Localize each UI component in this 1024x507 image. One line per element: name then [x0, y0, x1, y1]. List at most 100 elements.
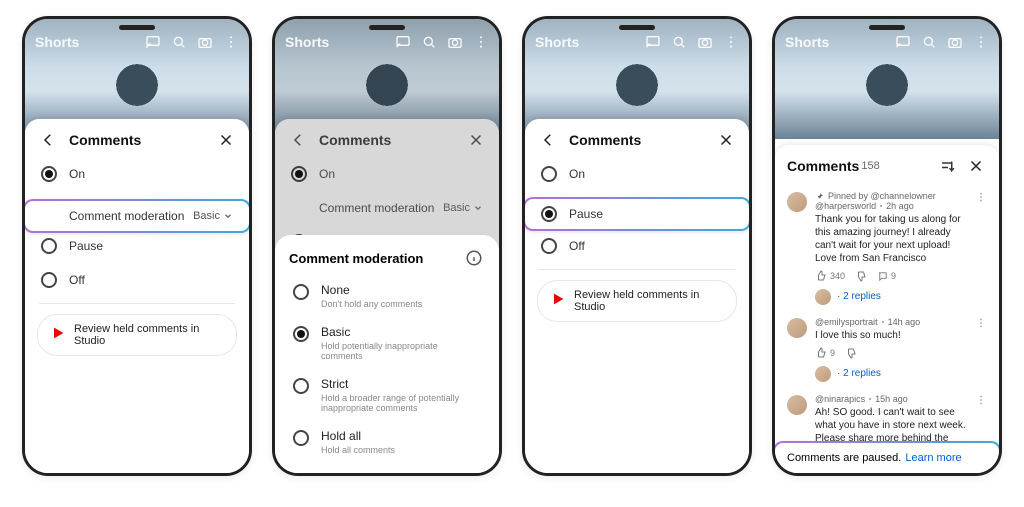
comment-count: 158	[861, 160, 879, 172]
comment-more-icon[interactable]	[975, 191, 987, 305]
notch	[369, 25, 405, 30]
cast-icon[interactable]	[145, 34, 161, 50]
moderation-sheet-title: Comment moderation	[289, 251, 455, 266]
notch	[119, 25, 155, 30]
radio-off[interactable]	[41, 272, 57, 288]
camera-icon[interactable]	[197, 34, 213, 50]
option-off[interactable]: Off	[525, 229, 749, 263]
comment-moderation-label: Comment moderation	[69, 209, 184, 223]
search-icon[interactable]	[171, 34, 187, 50]
option-pause[interactable]: Pause	[25, 229, 249, 263]
radio-on[interactable]	[541, 166, 557, 182]
pinned-badge: Pinned by @channelowner	[815, 191, 967, 201]
option-on[interactable]: On	[25, 157, 249, 191]
shorts-label: Shorts	[285, 34, 395, 50]
comment-item: Pinned by @channelowner@harpersworld 2h a…	[785, 185, 989, 311]
more-icon[interactable]	[473, 34, 489, 50]
comment-item: @emilysportrait14h agoI love this so muc…	[785, 311, 989, 388]
search-icon[interactable]	[421, 34, 437, 50]
radio-pause[interactable]	[541, 206, 557, 222]
comments-sheet-title: Comments	[569, 132, 705, 148]
cast-icon[interactable]	[395, 34, 411, 50]
moderation-option-basic[interactable]: BasicHold potentially inappropriate comm…	[275, 317, 499, 369]
shorts-label: Shorts	[785, 34, 895, 50]
phone-4: Shorts Comments 158 Pinned by @channelow…	[772, 16, 1002, 476]
more-icon[interactable]	[973, 34, 989, 50]
phone-2: Shorts Comments On Comment moderationBas…	[272, 16, 502, 476]
comment-author[interactable]: @emilysportrait	[815, 317, 878, 327]
cast-icon[interactable]	[895, 34, 911, 50]
like-button[interactable]: 9	[815, 347, 835, 359]
avatar[interactable]	[787, 192, 807, 212]
comments-settings-sheet: Comments On Pause Off Review held commen…	[525, 119, 749, 473]
notch	[619, 25, 655, 30]
radio[interactable]	[293, 430, 309, 446]
dislike-button[interactable]	[855, 270, 867, 282]
camera-icon[interactable]	[947, 34, 963, 50]
comments-paused-msg: Comments are paused.	[787, 452, 901, 464]
shorts-label: Shorts	[35, 34, 145, 50]
video-banner: Shorts	[775, 19, 999, 139]
back-arrow-icon[interactable]	[37, 129, 59, 151]
camera-icon[interactable]	[447, 34, 463, 50]
highlight-pause: Pause	[525, 197, 749, 231]
more-icon[interactable]	[723, 34, 739, 50]
reply-button[interactable]: 9	[877, 271, 896, 282]
replies-toggle[interactable]: · 2 replies	[815, 365, 967, 382]
radio[interactable]	[293, 326, 309, 342]
replies-toggle[interactable]: · 2 replies	[815, 288, 967, 305]
close-icon[interactable]	[715, 129, 737, 151]
comment-author[interactable]: @ninarapics	[815, 394, 865, 404]
option-desc: Don't hold any comments	[321, 299, 422, 309]
sort-icon[interactable]	[937, 155, 959, 177]
avatar	[815, 289, 831, 305]
radio[interactable]	[293, 284, 309, 300]
camera-icon[interactable]	[697, 34, 713, 50]
comment-text: Thank you for taking us along for this a…	[815, 213, 967, 265]
review-held-comments-button[interactable]: Review held comments in Studio	[537, 280, 737, 322]
radio-pause[interactable]	[41, 238, 57, 254]
comment-actions: 340 9	[815, 270, 967, 282]
like-button[interactable]: 340	[815, 270, 845, 282]
option-desc: Hold a broader range of potentially inap…	[321, 393, 481, 413]
more-icon[interactable]	[223, 34, 239, 50]
review-held-comments-button[interactable]: Review held comments in Studio	[37, 314, 237, 356]
avatar[interactable]	[787, 318, 807, 338]
learn-more-link[interactable]: Learn more	[905, 452, 961, 464]
close-icon[interactable]	[215, 129, 237, 151]
option-label: Basic	[321, 325, 481, 339]
back-arrow-icon[interactable]	[537, 129, 559, 151]
option-off[interactable]: Off	[25, 263, 249, 297]
comments-feed-sheet: Comments 158 Pinned by @channelowner@har…	[775, 145, 999, 473]
info-icon[interactable]	[463, 247, 485, 269]
comment-author[interactable]: @harpersworld	[815, 201, 876, 211]
cast-icon[interactable]	[645, 34, 661, 50]
phone-3: Shorts Comments On Pause Off	[522, 16, 752, 476]
search-icon[interactable]	[921, 34, 937, 50]
search-icon[interactable]	[671, 34, 687, 50]
avatar	[815, 366, 831, 382]
option-on[interactable]: On	[525, 157, 749, 191]
moderation-option-none[interactable]: NoneDon't hold any comments	[275, 275, 499, 317]
notch	[869, 25, 905, 30]
avatar[interactable]	[787, 395, 807, 415]
phone-1: Shorts Comments On Comment moderation Ba…	[22, 16, 252, 476]
comment-age: 2h ago	[886, 201, 914, 211]
moderation-option-hold-all[interactable]: Hold allHold all comments	[275, 421, 499, 463]
comment-text: I love this so much!	[815, 329, 967, 342]
studio-icon	[550, 291, 566, 312]
highlight-comment-moderation: Comment moderation Basic	[25, 199, 249, 233]
close-icon[interactable]	[965, 155, 987, 177]
comment-more-icon[interactable]	[975, 317, 987, 382]
moderation-bottom-sheet: Comment moderation NoneDon't hold any co…	[275, 235, 499, 473]
moderation-option-strict[interactable]: StrictHold a broader range of potentiall…	[275, 369, 499, 421]
pause-label: Pause	[569, 207, 603, 221]
comment-age: 15h ago	[875, 394, 908, 404]
radio-off[interactable]	[541, 238, 557, 254]
dislike-button[interactable]	[845, 347, 857, 359]
highlight-comments-paused: Comments are paused. Learn more	[775, 441, 999, 473]
radio-on[interactable]	[41, 166, 57, 182]
radio[interactable]	[293, 378, 309, 394]
option-label: Hold all	[321, 429, 395, 443]
comment-moderation-value[interactable]: Basic	[193, 210, 233, 222]
